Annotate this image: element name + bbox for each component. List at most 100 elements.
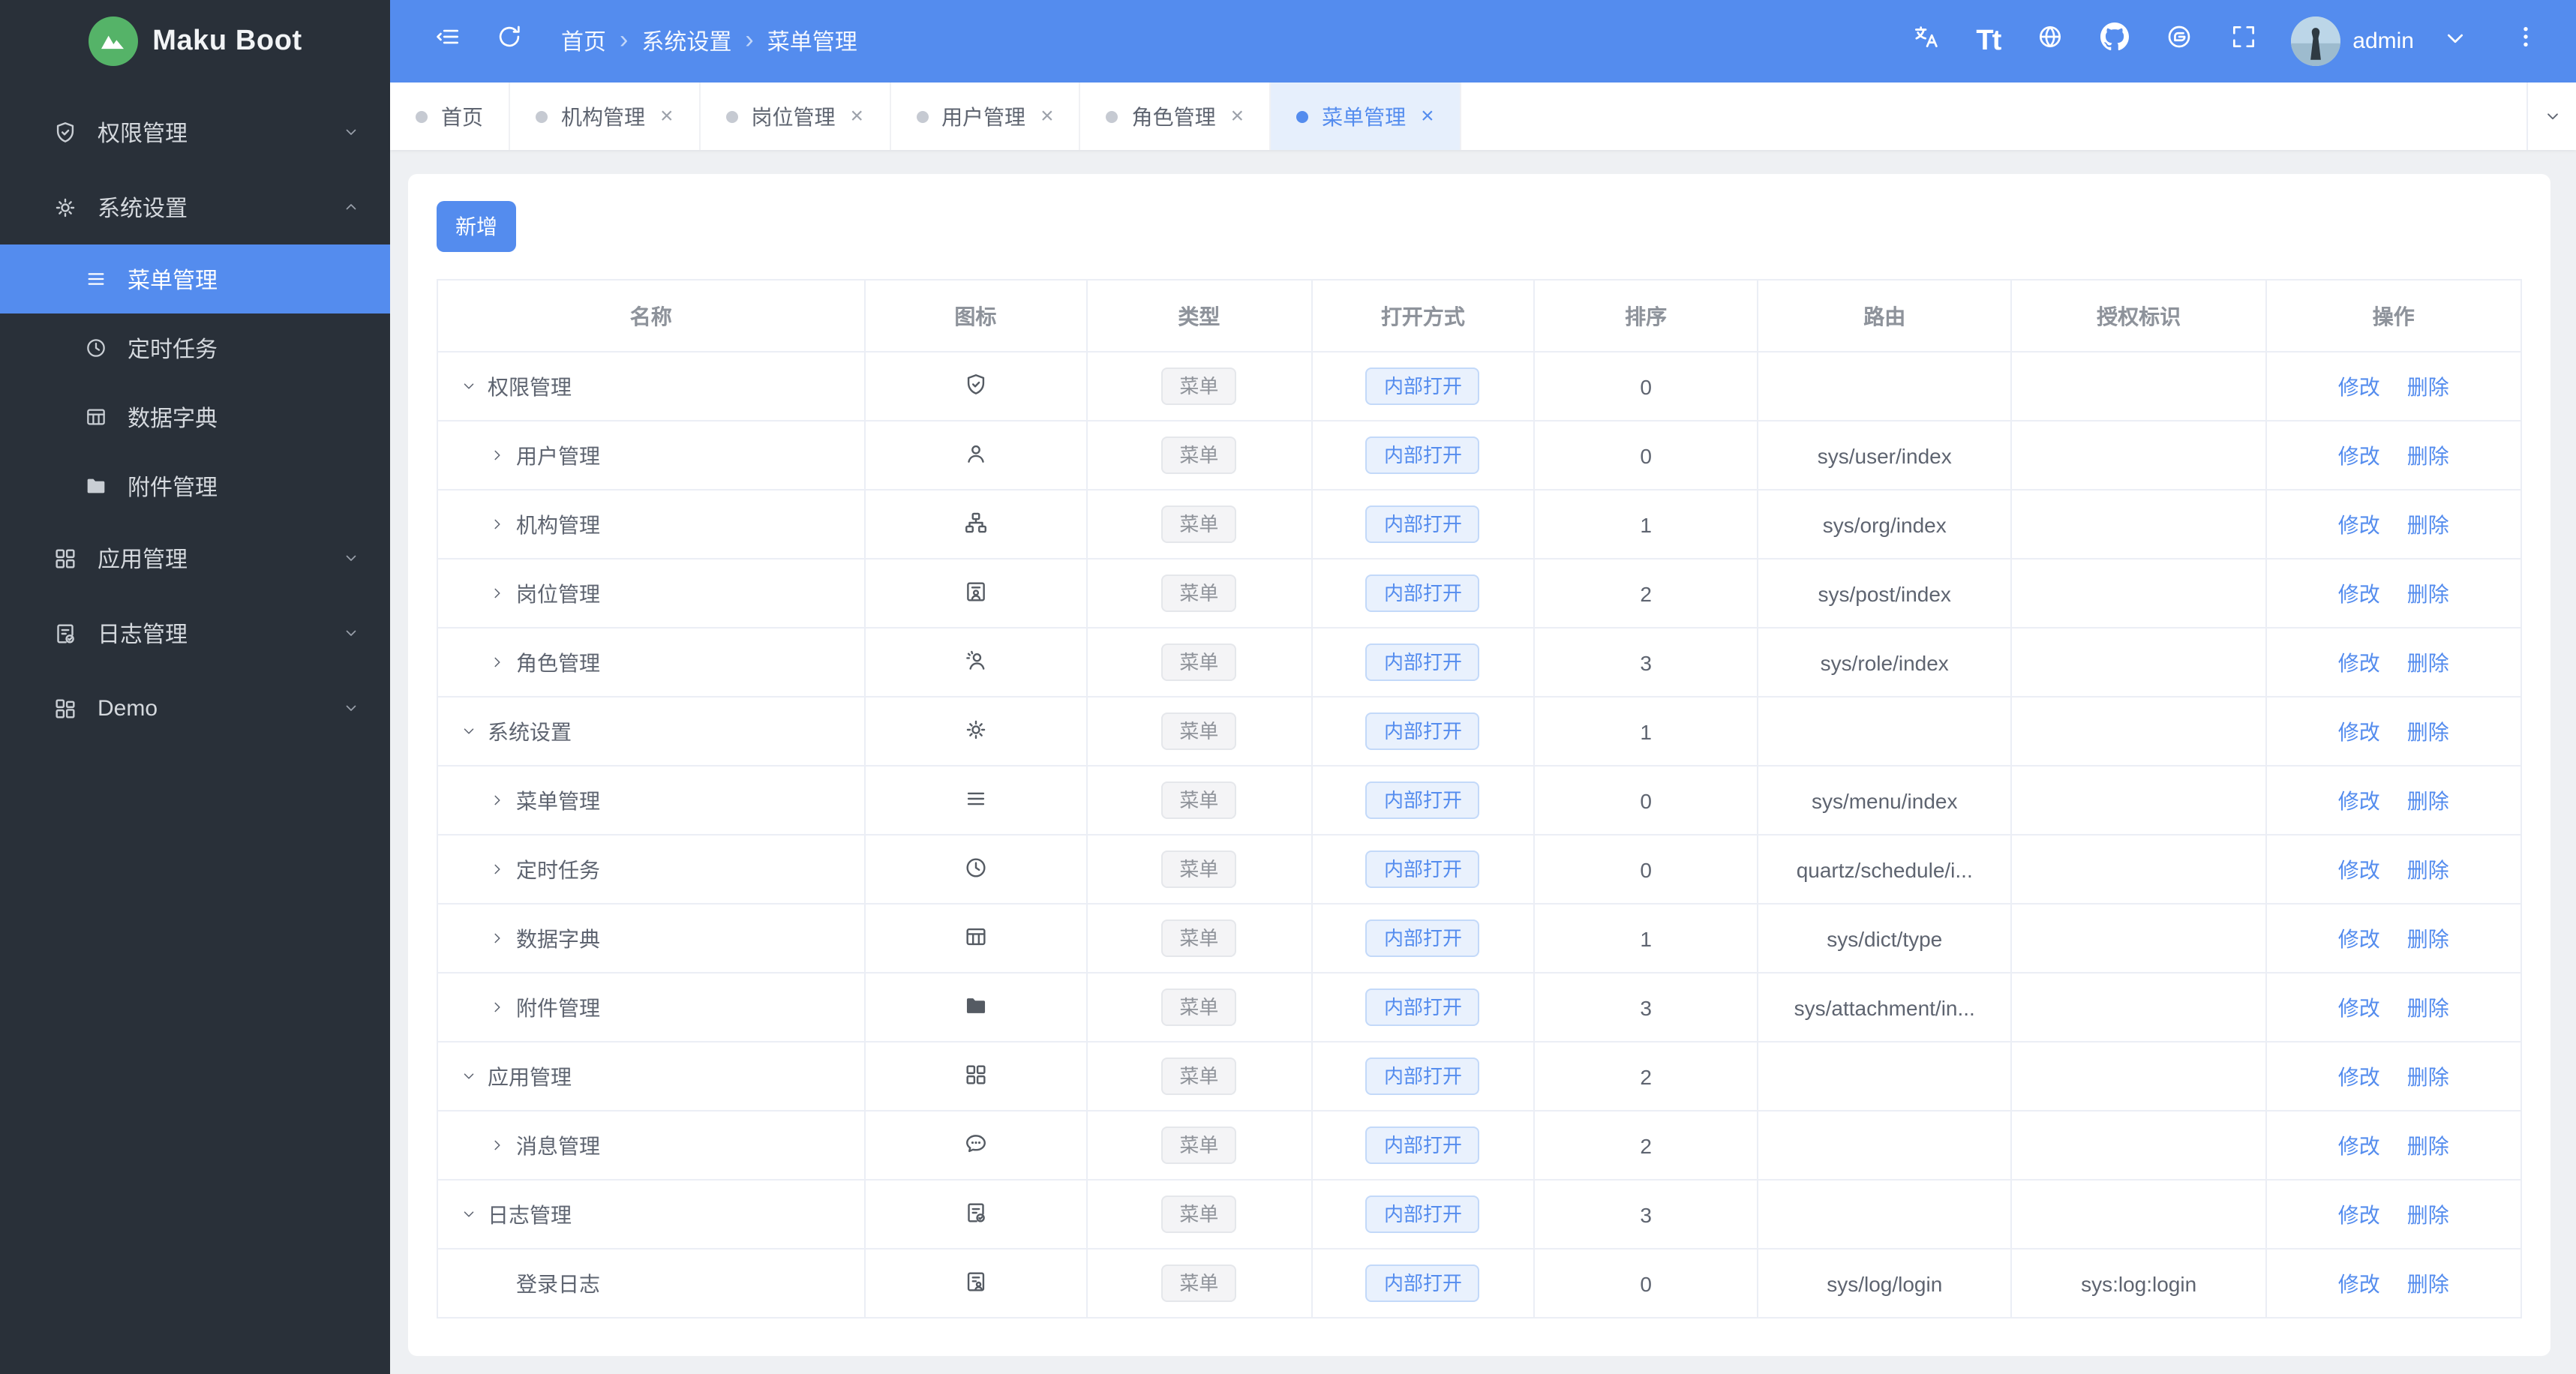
expand-collapse-icon[interactable] <box>485 1137 510 1154</box>
edit-link[interactable]: 修改 <box>2338 788 2380 812</box>
delete-link[interactable]: 删除 <box>2407 512 2449 536</box>
delete-link[interactable]: 删除 <box>2407 995 2449 1019</box>
edit-link[interactable]: 修改 <box>2338 926 2380 950</box>
translate-icon[interactable] <box>1893 22 1958 60</box>
edit-link[interactable]: 修改 <box>2338 374 2380 398</box>
avatar[interactable] <box>2291 16 2341 66</box>
cell-actions: 修改 删除 <box>2265 696 2523 766</box>
expand-collapse-icon[interactable] <box>485 861 510 878</box>
cell-actions: 修改 删除 <box>2265 1110 2523 1180</box>
tab-4[interactable]: 角色管理 × <box>1081 82 1271 150</box>
add-button[interactable]: 新增 <box>437 201 516 252</box>
tab-home[interactable]: 首页 <box>390 82 510 150</box>
sidebar-item-log[interactable]: 日志管理 <box>0 596 390 670</box>
expand-collapse-icon[interactable] <box>485 999 510 1016</box>
content-card: 新增 名称 图标 类型 打开方式 排序 路由 授权标识 操作 权限管理 菜单 内部打开 0 修改 删除用… <box>408 174 2550 1356</box>
username[interactable]: admin <box>2352 28 2414 54</box>
user-chevron-down-icon[interactable] <box>2423 24 2487 62</box>
github-icon[interactable] <box>2082 22 2147 60</box>
expand-collapse-icon[interactable] <box>485 447 510 464</box>
expand-collapse-icon[interactable] <box>485 792 510 808</box>
tab-1[interactable]: 机构管理 × <box>510 82 701 150</box>
delete-link[interactable]: 删除 <box>2407 581 2449 605</box>
tab-close-icon[interactable]: × <box>1231 104 1244 129</box>
cell-open-mode: 内部打开 <box>1311 1248 1536 1318</box>
sidebar: Maku Boot 权限管理 系统设置 菜单管理 定时任务 数据字典 附件管理 应用管理 日志… <box>0 0 390 1374</box>
tab-close-icon[interactable]: × <box>1040 104 1054 129</box>
edit-link[interactable]: 修改 <box>2338 857 2380 881</box>
gitee-icon[interactable] <box>2147 22 2211 60</box>
delete-link[interactable]: 删除 <box>2407 857 2449 881</box>
edit-link[interactable]: 修改 <box>2338 443 2380 467</box>
breadcrumb-home[interactable]: 首页 <box>561 26 606 57</box>
sidebar-subitem-menu[interactable]: 菜单管理 <box>0 244 390 314</box>
menu-name: 应用管理 <box>488 1064 572 1088</box>
delete-link[interactable]: 删除 <box>2407 1271 2449 1295</box>
edit-link[interactable]: 修改 <box>2338 1271 2380 1295</box>
fullscreen-icon[interactable] <box>2211 22 2276 60</box>
breadcrumb-separator-icon: › <box>745 26 754 54</box>
expand-collapse-icon[interactable] <box>485 930 510 946</box>
expand-collapse-icon[interactable] <box>456 1068 482 1084</box>
edit-link[interactable]: 修改 <box>2338 650 2380 674</box>
edit-link[interactable]: 修改 <box>2338 995 2380 1019</box>
sidebar-subitem-attachment[interactable]: 附件管理 <box>0 452 390 520</box>
delete-link[interactable]: 删除 <box>2407 443 2449 467</box>
table-row: 用户管理 菜单 内部打开 0 sys/user/index 修改 删除 <box>437 420 2523 490</box>
cell-name: 机构管理 <box>437 489 866 560</box>
edit-link[interactable]: 修改 <box>2338 581 2380 605</box>
cell-sort: 3 <box>1533 627 1758 698</box>
edit-link[interactable]: 修改 <box>2338 1064 2380 1088</box>
tab-list-dropdown[interactable] <box>2526 82 2576 150</box>
sidebar-subitem-schedule[interactable]: 定时任务 <box>0 314 390 382</box>
tab-3[interactable]: 用户管理 × <box>890 82 1081 150</box>
delete-link[interactable]: 删除 <box>2407 719 2449 743</box>
type-badge: 菜单 <box>1161 920 1237 957</box>
name-wrap: 菜单管理 <box>450 785 852 815</box>
refresh-icon[interactable] <box>479 22 540 60</box>
tab-bar: 首页 机构管理 × 岗位管理 × 用户管理 × 角色管理 × 菜单管理 × <box>390 82 2576 150</box>
cell-auth <box>2010 765 2267 836</box>
expand-collapse-icon[interactable] <box>456 1206 482 1222</box>
expand-collapse-icon[interactable] <box>456 378 482 394</box>
expand-collapse-icon[interactable] <box>456 723 482 740</box>
cell-route <box>1756 351 2013 422</box>
edit-link[interactable]: 修改 <box>2338 1133 2380 1157</box>
globe-icon[interactable] <box>2018 22 2082 60</box>
collapse-sidebar-icon[interactable] <box>417 22 479 60</box>
tab-close-icon[interactable]: × <box>1421 104 1434 129</box>
name-wrap: 角色管理 <box>450 647 852 677</box>
edit-link[interactable]: 修改 <box>2338 512 2380 536</box>
expand-collapse-icon[interactable] <box>485 654 510 670</box>
sidebar-subitem-dict[interactable]: 数据字典 <box>0 382 390 452</box>
breadcrumb-system[interactable]: 系统设置 <box>641 26 731 57</box>
delete-link[interactable]: 删除 <box>2407 926 2449 950</box>
cell-sort: 2 <box>1533 1041 1758 1112</box>
sidebar-item-label: 权限管理 <box>98 121 188 146</box>
cell-sort: 3 <box>1533 1179 1758 1250</box>
edit-link[interactable]: 修改 <box>2338 1202 2380 1226</box>
delete-link[interactable]: 删除 <box>2407 1064 2449 1088</box>
sidebar-item-system[interactable]: 系统设置 <box>0 170 390 244</box>
kebab-menu-icon[interactable] <box>2493 22 2558 60</box>
delete-link[interactable]: 删除 <box>2407 788 2449 812</box>
sidebar-item-label: 系统设置 <box>98 196 188 221</box>
tab-5[interactable]: 菜单管理 × <box>1271 82 1461 150</box>
font-size-icon[interactable]: Tt <box>1958 25 2018 58</box>
sidebar-item-auth[interactable]: 权限管理 <box>0 94 390 170</box>
delete-link[interactable]: 删除 <box>2407 650 2449 674</box>
edit-link[interactable]: 修改 <box>2338 719 2380 743</box>
tab-close-icon[interactable]: × <box>851 104 864 129</box>
expand-collapse-icon[interactable] <box>485 585 510 602</box>
sidebar-item-label: Demo <box>98 695 158 721</box>
grid-icon <box>53 545 78 571</box>
delete-link[interactable]: 删除 <box>2407 1202 2449 1226</box>
sidebar-item-app[interactable]: 应用管理 <box>0 520 390 596</box>
delete-link[interactable]: 删除 <box>2407 1133 2449 1157</box>
tab-2[interactable]: 岗位管理 × <box>701 82 891 150</box>
expand-collapse-icon[interactable] <box>485 516 510 532</box>
cell-auth: sys:log:login <box>2010 1248 2267 1318</box>
sidebar-item-demo[interactable]: Demo <box>0 670 390 746</box>
tab-close-icon[interactable]: × <box>660 104 674 129</box>
delete-link[interactable]: 删除 <box>2407 374 2449 398</box>
